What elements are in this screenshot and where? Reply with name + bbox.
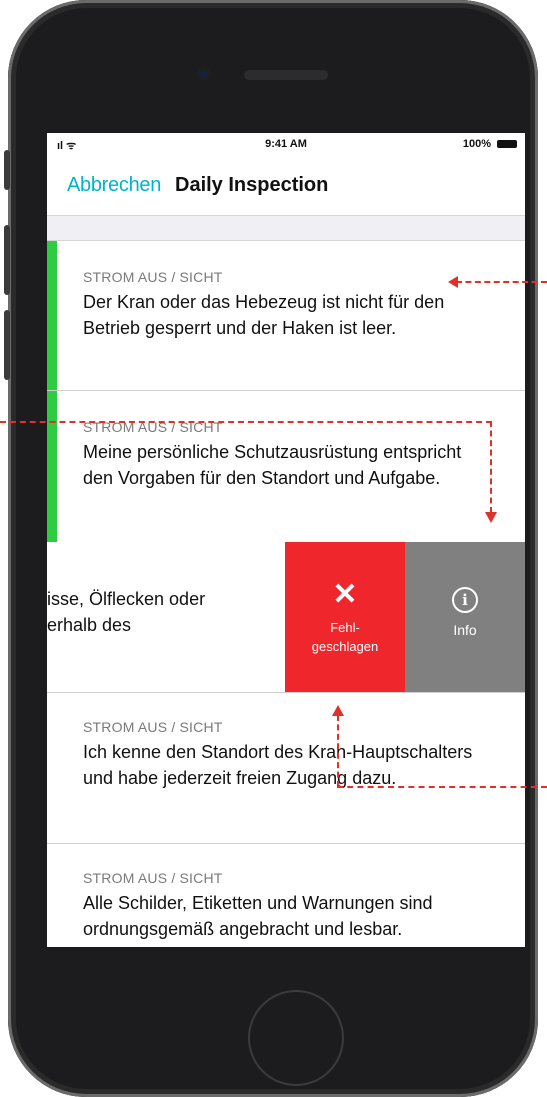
arrow-up-icon	[332, 705, 344, 716]
fail-label-line1: Fehl-	[330, 620, 360, 635]
section-spacer	[47, 216, 525, 241]
item-text: Ich kenne den Standort des Kran-Hauptsch…	[83, 742, 473, 788]
annotation-line	[337, 786, 547, 788]
battery-percent: 100%	[462, 138, 491, 150]
status-bar: ıl ᯤ 9:41 AM 100%	[47, 133, 525, 155]
checklist-item[interactable]: STROM AUS / SICHT Ich kenne den Standort…	[47, 693, 525, 844]
annotation-line	[490, 421, 492, 513]
mute-switch	[4, 150, 10, 190]
item-text: Alle Schilder, Etiketten und Warnungen s…	[83, 893, 433, 939]
battery-icon	[497, 140, 517, 148]
annotation-line	[0, 421, 492, 423]
checklist-item[interactable]: STROM AUS / SICHT Meine persönliche Schu…	[47, 391, 525, 543]
x-icon: ✕	[332, 578, 358, 611]
nav-bar: Abbrechen Daily Inspection	[47, 155, 525, 216]
checklist-item[interactable]: STROM AUS / SICHT Alle Schilder, Etikett…	[47, 844, 525, 947]
status-time: 9:41 AM	[265, 138, 307, 150]
info-button[interactable]: i Info	[405, 542, 525, 692]
annotation-line	[337, 715, 339, 787]
item-text-partial: isse, Ölflecken oder erhalb des	[47, 586, 287, 638]
page-title: Daily Inspection	[175, 174, 329, 196]
passed-indicator	[47, 241, 57, 390]
passed-indicator	[47, 391, 57, 542]
cancel-button[interactable]: Abbrechen	[67, 174, 161, 197]
item-category: STROM AUS / SICHT	[83, 719, 223, 735]
info-label: Info	[453, 622, 477, 638]
earpiece-speaker	[244, 70, 328, 80]
fail-label-line2: geschlagen	[311, 639, 379, 654]
volume-down-button	[4, 310, 10, 380]
annotation-line	[456, 281, 547, 283]
checklist-item[interactable]: STROM AUS / SICHT Der Kran oder das Hebe…	[47, 241, 525, 391]
arrow-left-icon	[448, 276, 458, 288]
fail-button[interactable]: ✕ Fehl- geschlagen	[285, 542, 405, 692]
phone-screen: ıl ᯤ 9:41 AM 100% Abbrechen Daily Inspec…	[47, 133, 525, 947]
item-text: Meine persönliche Schutzausrüstung entsp…	[83, 442, 462, 488]
item-category: STROM AUS / SICHT	[83, 269, 223, 285]
arrow-down-icon	[485, 512, 497, 523]
swiped-checklist-item[interactable]: isse, Ölflecken oder erhalb des ✕ Fehl- …	[47, 542, 525, 693]
item-text-line: erhalb des	[47, 615, 132, 635]
item-text: Der Kran oder das Hebezeug ist nicht für…	[83, 292, 445, 338]
home-button[interactable]	[248, 990, 344, 1086]
front-camera	[197, 67, 211, 81]
volume-up-button	[4, 225, 10, 295]
item-text-line: isse, Ölflecken oder	[47, 589, 206, 609]
info-circle-icon: i	[452, 587, 478, 613]
item-category: STROM AUS / SICHT	[83, 870, 223, 886]
